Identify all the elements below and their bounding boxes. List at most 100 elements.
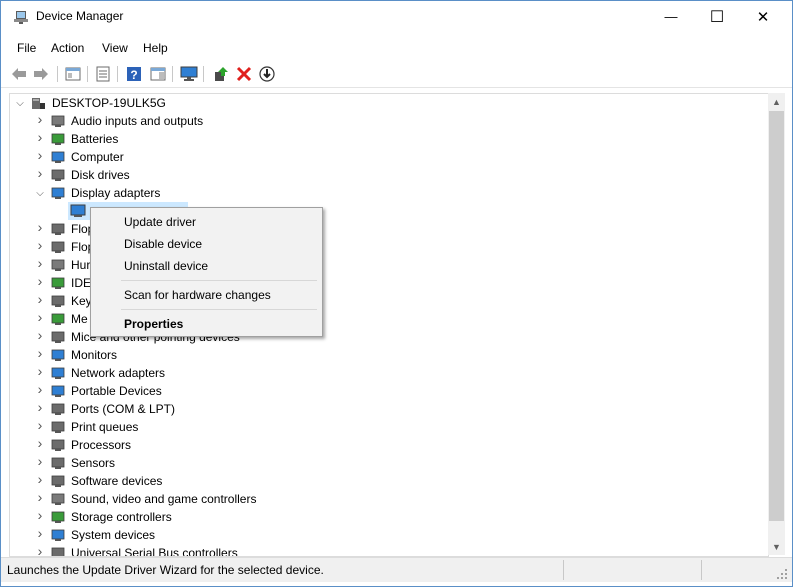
action-pane-button[interactable] <box>149 65 167 83</box>
chevron-right-icon[interactable]: › <box>34 399 46 415</box>
network-icon <box>51 367 65 379</box>
enable-device-button[interactable] <box>258 65 276 83</box>
chevron-right-icon[interactable]: › <box>34 453 46 469</box>
tree-item-label: Sensors <box>71 456 116 470</box>
chevron-down-icon[interactable]: ⌵ <box>14 97 26 109</box>
chevron-right-icon[interactable]: › <box>34 381 46 397</box>
scan-hardware-button[interactable] <box>180 65 198 83</box>
chevron-right-icon[interactable]: › <box>34 417 46 433</box>
properties-button[interactable] <box>94 65 112 83</box>
help-button[interactable]: ? <box>125 65 143 83</box>
tree-item[interactable]: › Network adapters <box>10 363 750 382</box>
chevron-right-icon[interactable]: › <box>34 255 46 271</box>
tree-item[interactable]: › Software devices <box>10 471 750 490</box>
tree-item-label: Hur <box>71 258 91 272</box>
maximize-button[interactable]: ☐ <box>694 1 740 32</box>
tree-root-label: DESKTOP-19ULK5G <box>52 96 166 110</box>
chevron-right-icon[interactable]: › <box>34 291 46 307</box>
update-driver-button[interactable] <box>212 65 230 83</box>
tree-item[interactable]: › Storage controllers <box>10 507 750 526</box>
tree-item[interactable]: › Monitors <box>10 345 750 364</box>
menu-bar: File Action View Help <box>1 37 792 59</box>
tree-item[interactable]: › Sensors <box>10 453 750 472</box>
speaker-icon <box>51 115 65 127</box>
chevron-right-icon[interactable]: › <box>34 147 46 163</box>
tree-item[interactable]: › Batteries <box>10 129 750 148</box>
scroll-thumb[interactable] <box>769 111 784 521</box>
chevron-right-icon[interactable]: › <box>34 129 46 145</box>
ctx-update-driver[interactable]: Update driver <box>91 210 322 232</box>
ctx-disable-device[interactable]: Disable device <box>91 232 322 254</box>
tree-item[interactable]: › Audio inputs and outputs <box>10 111 750 130</box>
close-button[interactable]: ✕ <box>740 1 786 32</box>
menu-help[interactable]: Help <box>143 41 168 55</box>
ctx-properties[interactable]: Properties <box>91 312 322 334</box>
floppy-icon <box>51 223 65 235</box>
menu-file[interactable]: File <box>17 41 36 55</box>
ctx-scan-hardware[interactable]: Scan for hardware changes <box>91 283 322 305</box>
tree-item[interactable]: › Ports (COM & LPT) <box>10 399 750 418</box>
chevron-right-icon[interactable]: › <box>34 471 46 487</box>
forward-button[interactable] <box>32 65 50 83</box>
scroll-up-button[interactable]: ▲ <box>768 93 785 110</box>
properties-icon <box>96 66 110 82</box>
battery-icon <box>51 133 65 145</box>
chevron-right-icon[interactable]: › <box>34 237 46 253</box>
storage-icon <box>51 511 65 523</box>
show-hide-tree-button[interactable] <box>64 65 82 83</box>
resize-grip-icon[interactable] <box>776 568 788 580</box>
tree-item-label: Key <box>71 294 92 308</box>
tree-item[interactable]: › Disk drives <box>10 165 750 184</box>
tree-item-label: Network adapters <box>71 366 166 380</box>
tree-item[interactable]: › Portable Devices <box>10 381 750 400</box>
display-adapter-icon <box>51 187 65 199</box>
scroll-down-button[interactable]: ▼ <box>768 538 785 555</box>
tree-item[interactable]: › Sound, video and game controllers <box>10 489 750 508</box>
tree-item[interactable]: › Universal Serial Bus controllers <box>10 543 750 556</box>
uninstall-device-button[interactable] <box>235 65 253 83</box>
menu-view[interactable]: View <box>102 41 128 55</box>
tree-item[interactable]: › Print queues <box>10 417 750 436</box>
tree-item[interactable]: › System devices <box>10 525 750 544</box>
title-bar[interactable]: Device Manager — ☐ ✕ <box>1 1 792 32</box>
ctx-separator <box>121 309 317 310</box>
menu-action[interactable]: Action <box>51 41 84 55</box>
chevron-right-icon[interactable]: › <box>34 327 46 343</box>
context-menu: Update driver Disable device Uninstall d… <box>90 207 323 337</box>
update-driver-icon <box>215 67 228 81</box>
processor-icon <box>51 439 65 451</box>
chevron-right-icon[interactable]: › <box>34 525 46 541</box>
uninstall-device-icon <box>236 66 252 82</box>
usb-icon <box>51 547 65 556</box>
chevron-right-icon[interactable]: › <box>34 273 46 289</box>
ctx-uninstall-device[interactable]: Uninstall device <box>91 254 322 276</box>
tree-item-label: Audio inputs and outputs <box>71 114 204 128</box>
tree-root[interactable]: ⌵ DESKTOP-19ULK5G <box>10 94 750 112</box>
vertical-scrollbar[interactable]: ▲ ▼ <box>768 93 785 555</box>
chevron-right-icon[interactable]: › <box>34 507 46 523</box>
tree-item-label: Software devices <box>71 474 163 488</box>
minimize-button[interactable]: — <box>648 1 694 32</box>
system-device-icon <box>51 529 65 541</box>
chevron-right-icon[interactable]: › <box>34 363 46 379</box>
chevron-right-icon[interactable]: › <box>34 345 46 361</box>
status-bar: Launches the Update Driver Wizard for th… <box>1 557 792 582</box>
back-button[interactable] <box>10 65 28 83</box>
action-pane-icon <box>150 67 166 81</box>
ctx-separator <box>121 280 317 281</box>
floppy-icon <box>51 241 65 253</box>
chevron-right-icon[interactable]: › <box>34 489 46 505</box>
chevron-right-icon[interactable]: › <box>34 309 46 325</box>
toolbar-separator <box>87 66 88 82</box>
chevron-right-icon[interactable]: › <box>34 435 46 451</box>
chevron-right-icon[interactable]: › <box>34 165 46 181</box>
chevron-right-icon[interactable]: › <box>34 111 46 127</box>
chevron-down-icon[interactable]: ⌵ <box>34 187 46 199</box>
tree-item[interactable]: › Processors <box>10 435 750 454</box>
keyboard-icon <box>51 295 65 307</box>
device-manager-window: Device Manager — ☐ ✕ File Action View He… <box>0 0 793 587</box>
tree-item[interactable]: › Computer <box>10 147 750 166</box>
tree-item[interactable]: ⌵ Display adapters <box>10 184 750 202</box>
chevron-right-icon[interactable]: › <box>34 543 46 556</box>
chevron-right-icon[interactable]: › <box>34 219 46 235</box>
